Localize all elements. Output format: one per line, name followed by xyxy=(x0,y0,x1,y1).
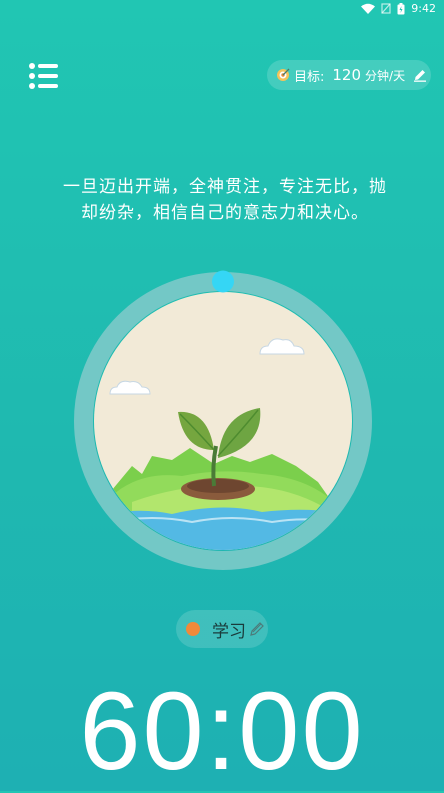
signal-icon xyxy=(381,3,391,14)
tag-label: 学习 xyxy=(212,621,246,642)
list-menu-icon xyxy=(29,63,58,89)
quote-line-2: 却纷杂，相信自己的意志力和决心。 xyxy=(81,203,369,223)
wifi-icon xyxy=(361,3,376,14)
menu-button[interactable] xyxy=(28,62,60,90)
status-time: 9:42 xyxy=(411,2,436,15)
tag-color-dot xyxy=(186,622,200,636)
quote-line-1: 一旦迈出开端，全神贯注，专注无比，抛 xyxy=(63,177,387,197)
target-icon xyxy=(277,68,290,81)
goal-edit-pencil-icon[interactable] xyxy=(413,68,427,82)
task-tag-chip[interactable]: 学习 xyxy=(176,610,268,648)
focus-timer-ring[interactable] xyxy=(72,270,374,572)
ring-graphic xyxy=(74,270,372,570)
status-bar: 9:42 xyxy=(0,0,444,20)
goal-unit: 分钟/天 xyxy=(365,68,406,83)
daily-goal-chip[interactable]: 目标: 120 分钟/天 xyxy=(267,60,431,90)
goal-value: 120 xyxy=(332,66,362,84)
battery-icon xyxy=(397,2,405,14)
motivational-quote: 一旦迈出开端，全神贯注，专注无比，抛 却纷杂，相信自己的意志力和决心。 xyxy=(50,174,400,226)
status-icons: 9:42 xyxy=(361,2,436,15)
tag-edit-pencil-icon[interactable] xyxy=(250,621,264,637)
countdown-timer: 60:00 xyxy=(79,670,365,793)
progress-indicator-dot[interactable] xyxy=(212,270,234,293)
goal-label: 目标: xyxy=(294,69,325,85)
